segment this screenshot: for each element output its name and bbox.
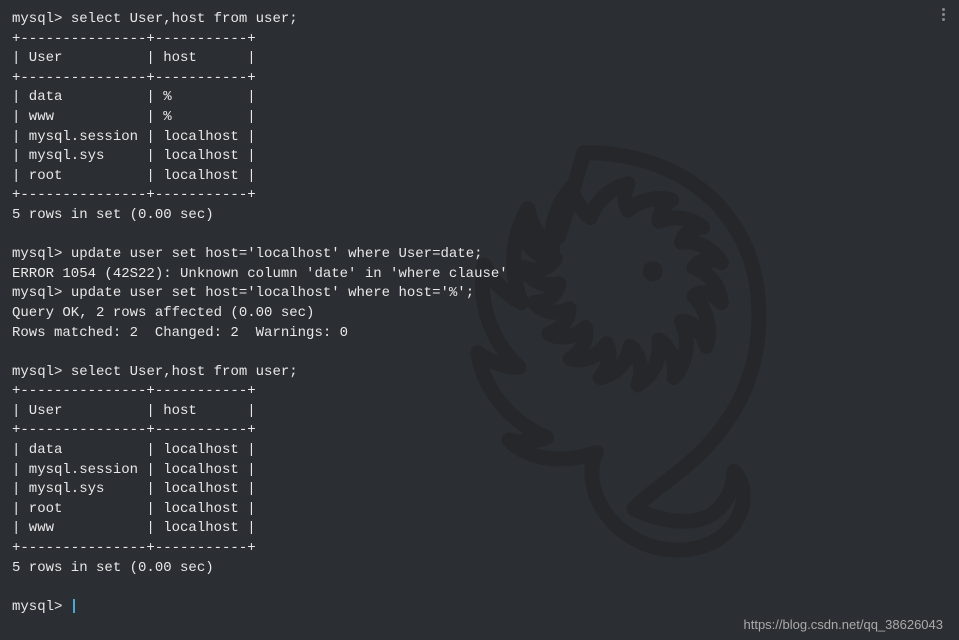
watermark-text: https://blog.csdn.net/qq_38626043 [744,617,944,632]
prompt: mysql> update user set host='localhost' … [12,246,483,262]
table-header: | User | host | [12,50,256,66]
table-divider: +---------------+-----------+ [12,31,256,47]
table-row: | data | % | [12,89,256,105]
table-divider: +---------------+-----------+ [12,383,256,399]
table-row: | mysql.sys | localhost | [12,148,256,164]
prompt: mysql> update user set host='localhost' … [12,285,474,301]
prompt: mysql> select User,host from user; [12,364,298,380]
table-divider: +---------------+-----------+ [12,422,256,438]
table-row: | www | localhost | [12,520,256,536]
cursor-icon [73,599,75,613]
menu-kebab-icon[interactable] [935,6,951,22]
query-result: Query OK, 2 rows affected (0.00 sec) [12,305,314,321]
result-summary: 5 rows in set (0.00 sec) [12,207,214,223]
table-divider: +---------------+-----------+ [12,70,256,86]
table-divider: +---------------+-----------+ [12,540,256,556]
result-summary: 5 rows in set (0.00 sec) [12,560,214,576]
query-result: Rows matched: 2 Changed: 2 Warnings: 0 [12,325,348,341]
table-row: | mysql.session | localhost | [12,129,256,145]
table-header: | User | host | [12,403,256,419]
prompt: mysql> select User,host from user; [12,11,298,27]
table-divider: +---------------+-----------+ [12,187,256,203]
table-row: | mysql.session | localhost | [12,462,256,478]
prompt[interactable]: mysql> [12,599,75,615]
table-row: | mysql.sys | localhost | [12,481,256,497]
table-row: | data | localhost | [12,442,256,458]
table-row: | root | localhost | [12,168,256,184]
table-row: | root | localhost | [12,501,256,517]
error-message: ERROR 1054 (42S22): Unknown column 'date… [12,266,508,282]
table-row: | www | % | [12,109,256,125]
terminal-output[interactable]: mysql> select User,host from user; +----… [0,0,959,627]
